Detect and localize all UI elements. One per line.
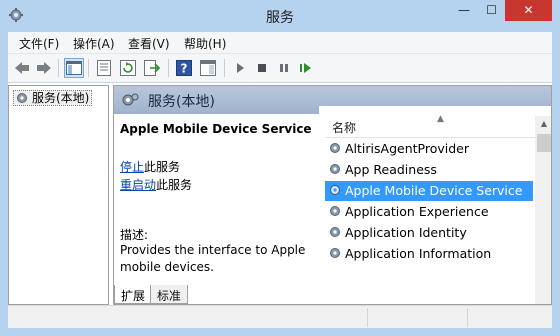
maximize-button[interactable]: ☐ bbox=[478, 0, 505, 21]
tree-item-label: 服务(本地) bbox=[32, 91, 90, 105]
tab-extended[interactable]: 扩展 bbox=[114, 285, 153, 304]
column-header-name[interactable]: 名称 ▲ bbox=[325, 114, 535, 138]
export-list-icon[interactable] bbox=[142, 58, 162, 78]
list-item[interactable]: App Readiness bbox=[325, 160, 533, 180]
stop-service-icon[interactable] bbox=[252, 58, 272, 78]
status-segment bbox=[8, 308, 368, 327]
column-header-label: 名称 bbox=[332, 121, 357, 135]
services-window: 服务 — ☐ ✕ 文件(F) 操作(A) 查看(V) 帮助(H) ? 服务(本地… bbox=[0, 0, 560, 336]
start-service-icon[interactable] bbox=[230, 58, 250, 78]
title-bar[interactable]: 服务 — ☐ ✕ bbox=[0, 0, 560, 32]
menu-file[interactable]: 文件(F) bbox=[19, 35, 59, 52]
menu-view[interactable]: 查看(V) bbox=[128, 35, 170, 52]
services-list: 名称 ▲ AltirisAgentProvider App Readiness … bbox=[319, 106, 551, 304]
selected-service-name: Apple Mobile Device Service bbox=[120, 122, 312, 136]
menu-action[interactable]: 操作(A) bbox=[73, 35, 115, 52]
restart-service-link[interactable]: 重启动 bbox=[120, 178, 156, 192]
menu-help[interactable]: 帮助(H) bbox=[184, 35, 226, 52]
console-tree: 服务(本地) bbox=[8, 85, 109, 305]
gear-icon bbox=[328, 141, 342, 160]
toolbar: ? bbox=[8, 54, 552, 83]
minimize-button[interactable]: — bbox=[450, 0, 478, 21]
tab-standard[interactable]: 标准 bbox=[150, 285, 189, 304]
gear-icon bbox=[8, 7, 24, 23]
toolbar-separator bbox=[168, 59, 169, 77]
show-hide-console-tree-icon[interactable] bbox=[64, 58, 84, 78]
stop-service-link[interactable]: 停止 bbox=[120, 160, 144, 174]
refresh-icon[interactable] bbox=[118, 58, 138, 78]
scroll-up-icon[interactable]: ▲ bbox=[535, 116, 551, 132]
pause-service-icon[interactable] bbox=[274, 58, 294, 78]
services-panel: 服务(本地) Apple Mobile Device Service 停止此服务… bbox=[113, 85, 552, 305]
service-name: Application Experience bbox=[345, 204, 489, 219]
svg-text:?: ? bbox=[181, 62, 188, 76]
close-button[interactable]: ✕ bbox=[505, 0, 552, 21]
service-name: Apple Mobile Device Service bbox=[345, 183, 523, 198]
description-text: Provides the interface to Apple mobile d… bbox=[120, 243, 306, 274]
gear-icon bbox=[328, 162, 342, 181]
restart-service-suffix: 此服务 bbox=[156, 178, 193, 192]
properties-icon[interactable] bbox=[94, 58, 114, 78]
service-name: Application Identity bbox=[345, 225, 467, 240]
toolbar-separator bbox=[224, 59, 225, 77]
help-icon[interactable]: ? bbox=[174, 58, 194, 78]
gear-icon bbox=[328, 225, 342, 244]
gear-icon bbox=[121, 92, 139, 111]
toolbar-separator bbox=[88, 59, 89, 77]
back-icon[interactable] bbox=[12, 58, 32, 78]
gear-icon bbox=[328, 204, 342, 223]
list-item[interactable]: Application Identity bbox=[325, 223, 533, 243]
gear-icon bbox=[328, 246, 342, 265]
list-item-selected[interactable]: Apple Mobile Device Service bbox=[325, 181, 533, 201]
gear-icon bbox=[328, 183, 342, 202]
stop-service-line: 停止此服务 bbox=[120, 158, 180, 175]
status-bar bbox=[8, 305, 552, 328]
panel-title: 服务(本地) bbox=[148, 94, 215, 110]
toolbar-separator bbox=[58, 59, 59, 77]
list-item[interactable]: AltirisAgentProvider bbox=[325, 139, 533, 159]
scrollbar-thumb[interactable] bbox=[537, 134, 551, 152]
service-name: Application Information bbox=[345, 246, 492, 261]
service-name: App Readiness bbox=[345, 162, 437, 177]
action-pane-icon[interactable] bbox=[198, 58, 218, 78]
stop-service-suffix: 此服务 bbox=[144, 160, 181, 174]
description-label: 描述: bbox=[120, 228, 149, 242]
forward-icon[interactable] bbox=[34, 58, 54, 78]
status-segment bbox=[368, 308, 468, 327]
menu-bar: 文件(F) 操作(A) 查看(V) 帮助(H) bbox=[8, 32, 552, 54]
list-item[interactable]: Application Experience bbox=[325, 202, 533, 222]
vertical-scrollbar[interactable]: ▲ bbox=[535, 116, 551, 304]
view-tabs: 扩展 标准 bbox=[114, 285, 324, 304]
list-item[interactable]: Application Information bbox=[325, 244, 533, 264]
restart-service-line: 重启动此服务 bbox=[120, 176, 192, 193]
chevron-up-icon: ▲ bbox=[437, 114, 444, 124]
resume-service-icon[interactable] bbox=[296, 58, 316, 78]
gear-icon bbox=[15, 91, 29, 108]
tree-item-services-local[interactable]: 服务(本地) bbox=[13, 90, 93, 108]
service-name: AltirisAgentProvider bbox=[345, 141, 469, 156]
